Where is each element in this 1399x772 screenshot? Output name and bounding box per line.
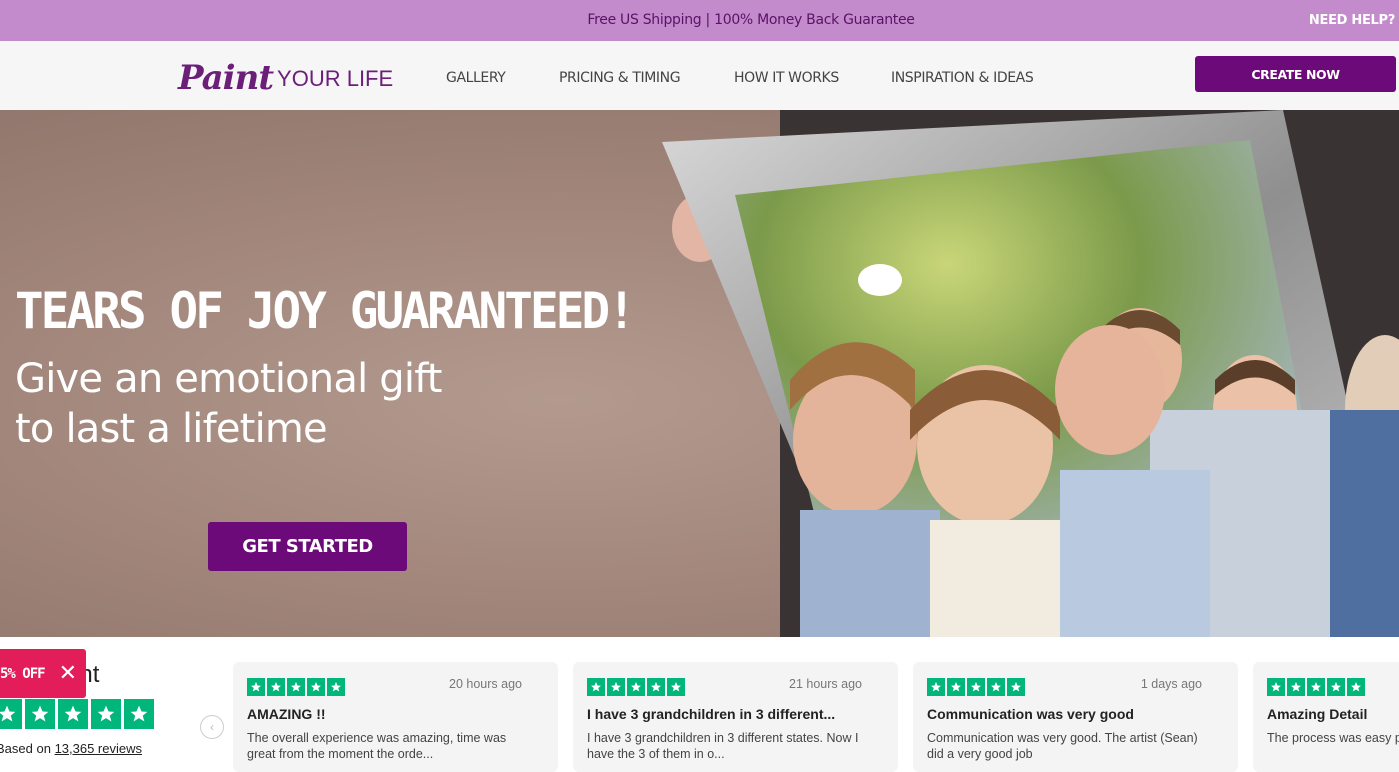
star-icon [327, 678, 345, 696]
star-icon [247, 678, 265, 696]
hero-headline: TEARS OF JOY GUARANTEED! [15, 282, 636, 340]
review-card[interactable]: 20 hours ago AMAZING !! The overall expe… [233, 662, 558, 772]
review-title: I have 3 grandchildren in 3 different... [587, 706, 836, 722]
discount-label: 5% OFF [0, 665, 46, 682]
trustpilot-stars [0, 699, 154, 729]
shipping-promo-text: Free US Shipping | 100% Money Back Guara… [587, 12, 915, 28]
hero-subheadline: Give an emotional gift to last a lifetim… [15, 354, 442, 454]
star-icon [587, 678, 605, 696]
close-icon[interactable]: ✕ [59, 661, 77, 686]
star-icon [1327, 678, 1345, 696]
star-icon [1007, 678, 1025, 696]
star-icon [927, 678, 945, 696]
review-stars [1267, 678, 1365, 696]
hero-sub-line-2: to last a lifetime [15, 406, 328, 452]
need-help-link[interactable]: NEED HELP? [1309, 13, 1395, 28]
star-icon [0, 699, 22, 729]
based-on-label: Based on [0, 741, 51, 756]
review-body: The process was easy painting too. I LOV… [1267, 731, 1399, 745]
review-card[interactable]: Amazing Detail The process was easy pain… [1253, 662, 1399, 772]
logo[interactable]: Paint YOUR LIFE [178, 51, 393, 95]
star-icon [667, 678, 685, 696]
review-card[interactable]: 21 hours ago I have 3 grandchildren in 3… [573, 662, 898, 772]
nav-how-it-works[interactable]: HOW IT WORKS [734, 70, 839, 86]
discount-badge[interactable]: 5% OFF ✕ [0, 649, 86, 698]
star-icon [627, 678, 645, 696]
star-icon [124, 699, 154, 729]
star-icon [58, 699, 88, 729]
star-icon [307, 678, 325, 696]
review-body: I have 3 grandchildren in 3 different st… [587, 731, 859, 761]
logo-text: YOUR LIFE [277, 66, 394, 91]
star-icon [607, 678, 625, 696]
main-nav: Paint YOUR LIFE GALLERY PRICING & TIMING… [0, 41, 1399, 110]
star-icon [91, 699, 121, 729]
hero-banner: TEARS OF JOY GUARANTEED! Give an emotion… [0, 110, 1399, 637]
review-stars [587, 678, 685, 696]
nav-gallery[interactable]: GALLERY [446, 70, 506, 86]
announcement-bar: Free US Shipping | 100% Money Back Guara… [0, 0, 1399, 41]
star-icon [267, 678, 285, 696]
star-icon [1287, 678, 1305, 696]
hero-sub-line-1: Give an emotional gift [15, 356, 442, 402]
review-card[interactable]: 1 days ago Communication was very good C… [913, 662, 1238, 772]
star-icon [1347, 678, 1365, 696]
star-icon [1307, 678, 1325, 696]
logo-script: Paint [178, 58, 274, 98]
review-stars [247, 678, 345, 696]
star-icon [647, 678, 665, 696]
review-title: Communication was very good [927, 706, 1134, 722]
review-time: 20 hours ago [449, 677, 522, 691]
review-time: 1 days ago [1140, 677, 1202, 691]
review-stars [927, 678, 1025, 696]
review-body: Communication was very good. The artist … [927, 731, 1198, 761]
star-icon [967, 678, 985, 696]
star-icon [947, 678, 965, 696]
get-started-button[interactable]: GET STARTED [208, 522, 407, 571]
reviews-section: ent Based on 13,365 reviews 5% OFF ✕ ‹ 2… [0, 637, 1399, 772]
chevron-left-icon[interactable]: ‹ [200, 715, 224, 739]
star-icon [987, 678, 1005, 696]
nav-pricing-timing[interactable]: PRICING & TIMING [559, 70, 681, 86]
review-count-link[interactable]: 13,365 reviews [55, 741, 142, 756]
review-body: The overall experience was amazing, time… [247, 731, 507, 761]
create-now-button[interactable]: CREATE NOW [1195, 56, 1396, 92]
review-time: 21 hours ago [789, 677, 862, 691]
star-icon [1267, 678, 1285, 696]
star-icon [287, 678, 305, 696]
review-title: AMAZING !! [247, 706, 326, 722]
review-count-text: Based on 13,365 reviews [0, 741, 142, 756]
nav-inspiration-ideas[interactable]: INSPIRATION & IDEAS [891, 70, 1034, 86]
star-icon [25, 699, 55, 729]
review-title: Amazing Detail [1267, 706, 1368, 722]
